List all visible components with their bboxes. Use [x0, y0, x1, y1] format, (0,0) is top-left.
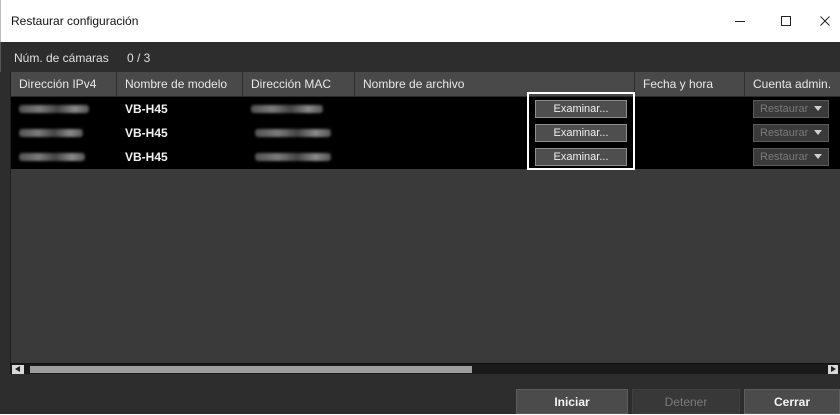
admin-account-select[interactable]: Restaurar — [753, 148, 829, 166]
chevron-down-icon — [814, 106, 822, 111]
admin-account-select-value: Restaurar — [760, 151, 809, 163]
browse-button[interactable]: Examinar... — [535, 148, 627, 166]
maximize-button[interactable] — [763, 0, 809, 42]
chevron-down-icon — [814, 154, 822, 159]
column-header-model[interactable]: Nombre de modelo — [117, 72, 243, 97]
table-row[interactable]: VB-H45 Examinar... Restaurar — [11, 121, 840, 145]
model-cell: VB-H45 — [125, 150, 168, 164]
minimize-button[interactable] — [717, 0, 763, 42]
chevron-down-icon — [814, 130, 822, 135]
table-header: Dirección IPv4 Nombre de modelo Direcció… — [11, 72, 840, 97]
scroll-left-icon[interactable] — [12, 365, 24, 374]
admin-account-select-value: Restaurar — [760, 127, 809, 139]
table-row[interactable]: VB-H45 Examinar... Restaurar — [11, 145, 840, 169]
camera-table: Dirección IPv4 Nombre de modelo Direcció… — [10, 72, 840, 374]
horizontal-scrollbar[interactable] — [10, 363, 840, 374]
table-row[interactable]: VB-H45 Examinar... Restaurar — [11, 97, 840, 121]
ipv4-cell — [19, 129, 83, 137]
ipv4-cell — [19, 105, 89, 113]
maximize-icon — [781, 16, 791, 26]
model-cell: VB-H45 — [125, 126, 168, 140]
close-icon — [820, 16, 830, 26]
camera-count-label: Núm. de cámaras — [14, 51, 109, 65]
mac-cell — [255, 153, 331, 161]
start-button[interactable]: Iniciar — [516, 389, 628, 414]
minimize-icon — [735, 21, 745, 22]
dialog-footer: Iniciar Detener Cerrar — [0, 374, 840, 414]
admin-account-select-value: Restaurar — [760, 103, 809, 115]
ipv4-cell — [19, 153, 85, 161]
admin-account-select[interactable]: Restaurar — [753, 124, 829, 142]
window-title: Restaurar configuración — [11, 14, 139, 28]
column-header-datetime[interactable]: Fecha y hora — [635, 72, 745, 97]
mac-cell — [251, 105, 323, 113]
column-header-admin-account[interactable]: Cuenta admin. — [745, 72, 840, 97]
close-button[interactable]: Cerrar — [744, 389, 840, 414]
admin-account-select[interactable]: Restaurar — [753, 100, 829, 118]
browse-button[interactable]: Examinar... — [535, 100, 627, 118]
column-header-mac[interactable]: Dirección MAC — [243, 72, 355, 97]
camera-count-bar: Núm. de cámaras 0 / 3 — [0, 42, 840, 72]
close-window-button[interactable] — [809, 0, 840, 42]
restore-settings-window: Restaurar configuración Núm. de cámaras … — [0, 0, 840, 414]
model-cell: VB-H45 — [125, 102, 168, 116]
stop-button[interactable]: Detener — [632, 389, 740, 414]
title-bar: Restaurar configuración — [0, 0, 840, 42]
scroll-right-icon[interactable] — [828, 365, 838, 374]
column-header-ipv4[interactable]: Dirección IPv4 — [11, 72, 117, 97]
browse-button[interactable]: Examinar... — [535, 124, 627, 142]
scrollbar-thumb[interactable] — [30, 366, 472, 373]
mac-cell — [255, 129, 331, 137]
camera-count-value: 0 / 3 — [127, 51, 151, 65]
column-header-filename[interactable]: Nombre de archivo — [355, 72, 635, 97]
